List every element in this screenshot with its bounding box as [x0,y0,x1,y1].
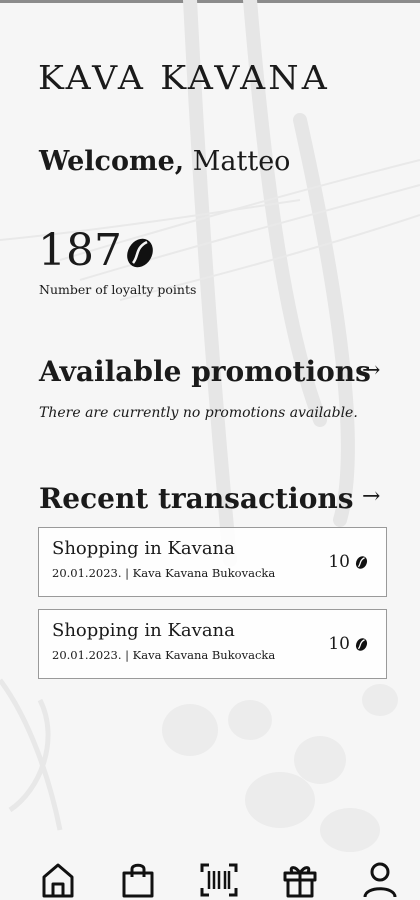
home-icon[interactable] [38,860,78,900]
loyalty-points: 187 [38,225,155,277]
coffee-bean-icon [127,238,153,268]
transactions-arrow-icon[interactable]: → [362,486,380,508]
transaction-meta: 20.01.2023. | Kava Kavana Bukovacka [52,648,276,662]
loyalty-points-value: 187 [38,225,122,276]
transaction-card[interactable]: Shopping in Kavana 20.01.2023. | Kava Ka… [38,527,387,597]
transaction-points: 10 [328,634,368,654]
transaction-title: Shopping in Kavana [52,538,235,559]
shopping-bag-icon[interactable] [118,860,158,900]
promotions-arrow-icon[interactable]: → [362,360,380,382]
welcome-heading: Welcome, Matteo [39,146,290,177]
welcome-greeting: Welcome, [39,146,185,177]
transaction-meta: 20.01.2023. | Kava Kavana Bukovacka [52,566,276,580]
background-illustration [0,0,420,852]
brand-logo: KAVA KAVANA [38,58,330,97]
coffee-bean-icon [355,555,368,569]
gift-icon[interactable] [280,860,320,900]
promotions-title[interactable]: Available promotions [39,355,371,388]
transaction-points-value: 10 [328,634,350,654]
top-border [0,0,420,3]
user-icon[interactable] [360,860,400,900]
bottom-navigation [0,850,420,900]
transaction-card[interactable]: Shopping in Kavana 20.01.2023. | Kava Ka… [38,609,387,679]
transactions-title[interactable]: Recent transactions [39,482,354,515]
transaction-title: Shopping in Kavana [52,620,235,641]
loyalty-points-label: Number of loyalty points [39,282,197,297]
transaction-points: 10 [328,552,368,572]
user-name: Matteo [192,146,291,177]
transaction-points-value: 10 [328,552,350,572]
coffee-bean-icon [355,637,368,651]
no-promotions-message: There are currently no promotions availa… [39,405,358,421]
barcode-scan-icon[interactable] [199,860,239,900]
